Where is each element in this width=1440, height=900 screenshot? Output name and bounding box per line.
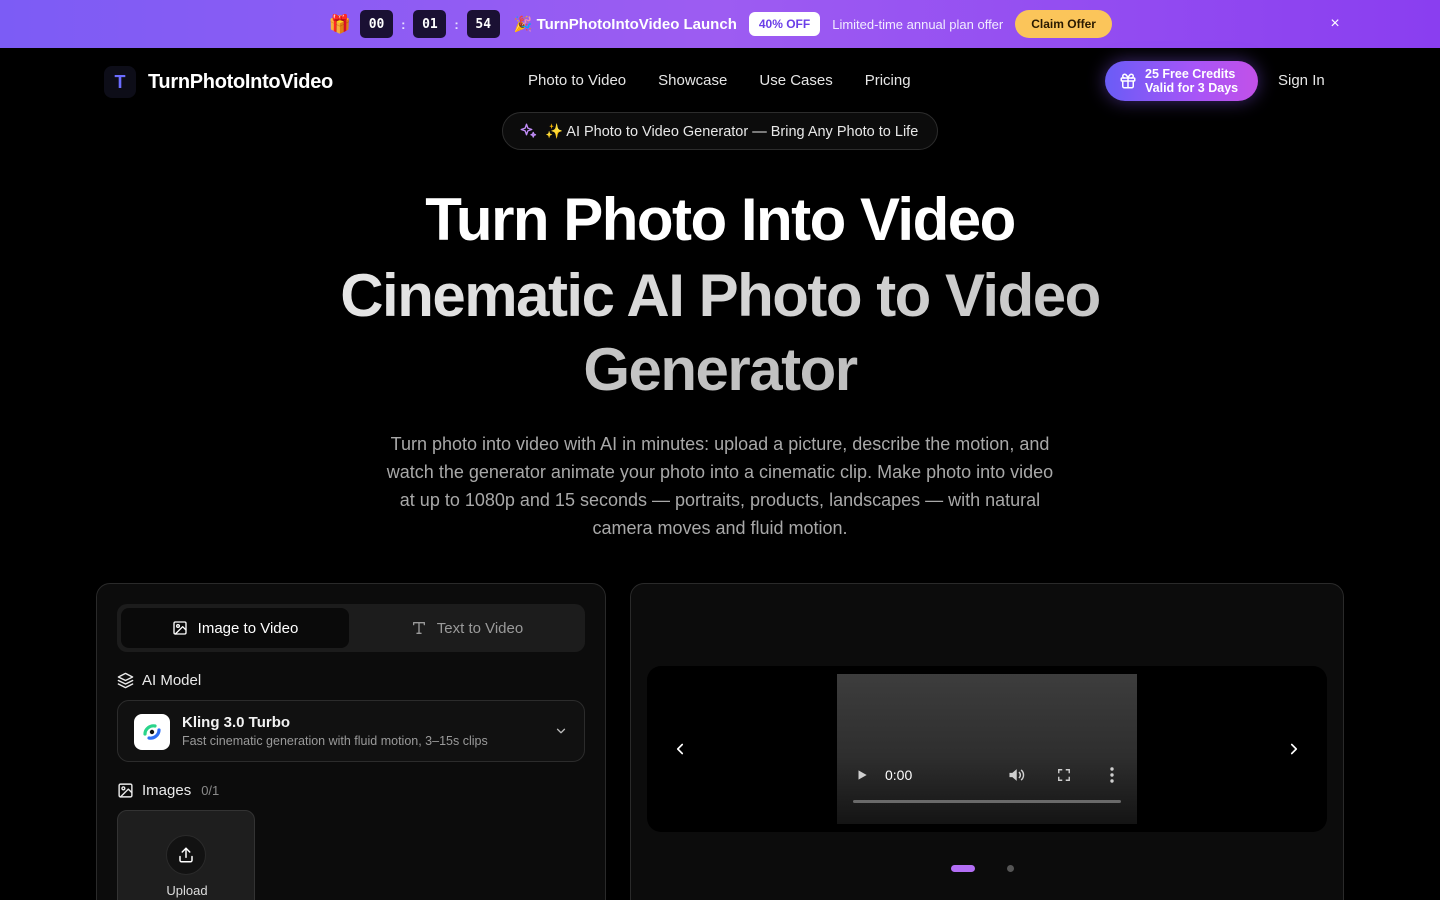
navbar: T TurnPhotoIntoVideo Photo to Video Show… [0,48,1440,114]
layers-icon [117,672,134,689]
sign-in-link[interactable]: Sign In [1278,72,1325,89]
tab-text-to-video[interactable]: Text to Video [353,608,581,648]
free-credits-button[interactable]: 25 Free Credits Valid for 3 Days [1105,61,1258,101]
claim-offer-button[interactable]: Claim Offer [1015,10,1112,38]
close-icon[interactable]: × [1326,15,1344,33]
model-select[interactable]: Kling 3.0 Turbo Fast cinematic generatio… [117,700,585,762]
countdown-separator: : [401,16,406,32]
carousel-dot[interactable] [1007,865,1014,872]
volume-icon[interactable] [1007,767,1025,783]
nav-link-photo-to-video[interactable]: Photo to Video [528,72,626,89]
hero-pill-text: ✨ AI Photo to Video Generator — Bring An… [545,123,919,140]
kling-logo-icon [134,714,170,750]
video-time: 0:00 [885,767,913,783]
preview-panel: 0:00 [630,583,1344,900]
chevron-down-icon [556,728,566,734]
countdown-seconds: 54 [466,10,500,38]
upload-icon-wrapper [166,835,206,875]
mode-tabs: Image to Video Text to Video [117,604,585,652]
promo-title: 🎉 TurnPhotoIntoVideo Launch [513,16,737,33]
tab-image-to-video[interactable]: Image to Video [121,608,349,648]
image-icon [173,621,187,635]
promo-banner: 🎁 00 : 01 : 54 🎉 TurnPhotoIntoVideo Laun… [0,0,1440,48]
text-icon [412,622,425,634]
image-icon [118,783,133,798]
hero-title-line-1: Turn Photo Into Video [425,186,1016,253]
generator-panel: Image to Video Text to Video AI Model Kl… [96,583,606,900]
ai-model-label: AI Model [117,672,201,689]
video-carousel: 0:00 [647,666,1327,832]
hero-title-line-3: Generator [0,332,1440,408]
countdown-separator: : [454,16,459,32]
images-label: Images 0/1 [117,782,219,799]
model-description: Fast cinematic generation with fluid mot… [182,734,488,748]
nav-link-pricing[interactable]: Pricing [865,72,911,89]
logo-mark: T [104,66,136,98]
play-icon[interactable] [855,768,869,782]
promo-subtitle: Limited-time annual plan offer [832,16,1004,32]
credits-line-1: 25 Free Credits [1145,67,1236,81]
nav-link-showcase[interactable]: Showcase [658,72,727,89]
countdown-minutes: 01 [413,10,447,38]
more-vertical-icon[interactable] [1109,767,1115,783]
tab-label: Text to Video [436,619,524,637]
gift-icon [1120,73,1136,89]
hero-pill: ✨ AI Photo to Video Generator — Bring An… [502,112,938,150]
upload-label: Upload [166,883,208,898]
tab-label: Image to Video [197,619,299,637]
fullscreen-icon[interactable] [1057,768,1071,782]
sparkles-icon [520,123,537,138]
gift-icon: 🎁 [328,13,352,34]
upload-icon [179,847,193,863]
nav-link-use-cases[interactable]: Use Cases [759,72,832,89]
image-upload-dropzone[interactable]: Upload [117,810,255,900]
carousel-dot-active[interactable] [951,865,975,872]
countdown-hours: 00 [360,10,394,38]
images-count: 0/1 [201,783,220,798]
model-name: Kling 3.0 Turbo [182,714,291,731]
logo[interactable]: T TurnPhotoIntoVideo [104,66,333,98]
chevron-right-icon[interactable] [1285,740,1303,758]
logo-text: TurnPhotoIntoVideo [148,70,333,93]
nav-links: Photo to Video Showcase Use Cases Pricin… [528,72,911,89]
credits-line-2: Valid for 3 Days [1145,81,1239,95]
video-progress-bar[interactable] [853,800,1121,803]
video-player[interactable]: 0:00 [837,674,1137,824]
discount-badge: 40% OFF [748,12,821,36]
chevron-left-icon[interactable] [671,740,689,758]
hero-subtitle: Turn photo into video with AI in minutes… [386,434,1054,538]
hero-title-line-2: Cinematic AI Photo to Video [0,258,1440,334]
